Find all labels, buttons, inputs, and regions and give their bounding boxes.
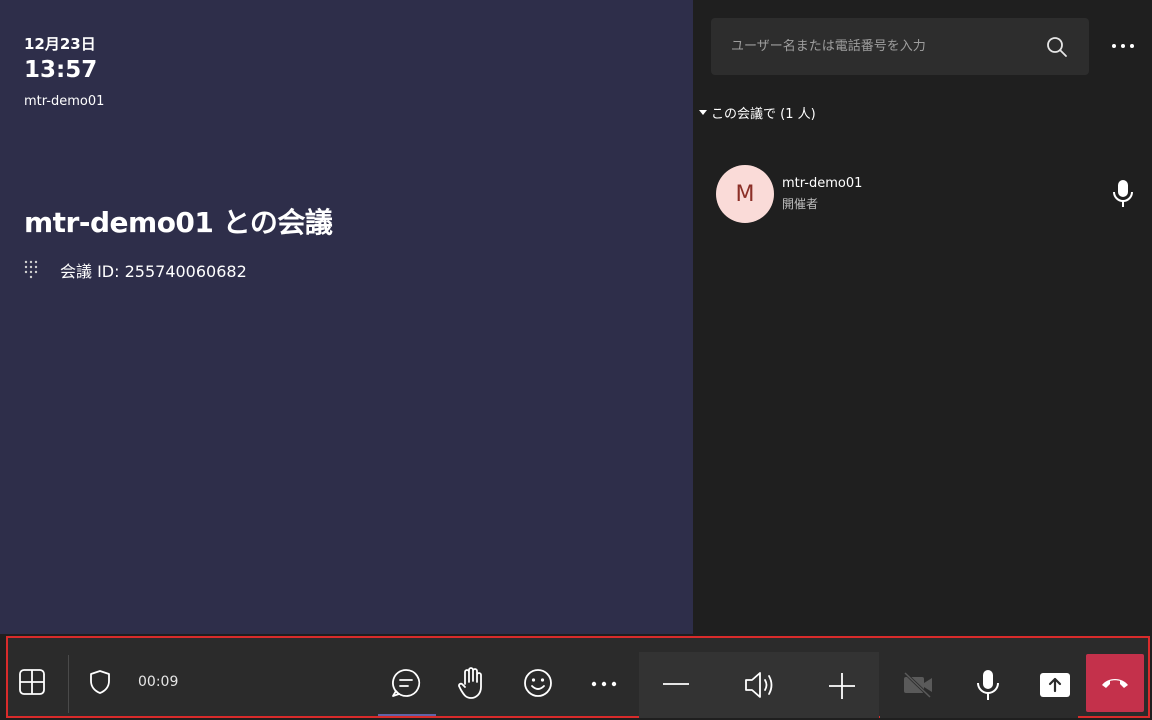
participants-panel: この会議で (1 人) M mtr-demo01 開催者	[693, 0, 1152, 634]
raise-hand-icon[interactable]	[454, 665, 490, 701]
hang-up-button[interactable]	[1086, 654, 1144, 712]
chat-icon[interactable]	[388, 665, 424, 701]
av-controls	[880, 652, 1078, 718]
toolbar-divider	[68, 655, 69, 713]
room-name: mtr-demo01	[24, 94, 105, 109]
microphone-icon	[1110, 179, 1136, 209]
meeting-id: 会議 ID: 255740060682	[60, 262, 247, 281]
section-header-label: この会議で (1 人)	[711, 107, 816, 122]
camera-off-icon[interactable]	[900, 669, 936, 701]
hang-up-icon	[1100, 676, 1130, 690]
shield-icon[interactable]	[86, 666, 114, 698]
participant-name: mtr-demo01	[782, 176, 863, 191]
search-input[interactable]	[731, 39, 1045, 54]
volume-down-icon[interactable]	[659, 669, 693, 699]
meeting-id-row: 会議 ID: 255740060682	[24, 258, 247, 282]
date: 12月23日	[24, 35, 96, 53]
meeting-title: mtr-demo01 との会議	[24, 206, 333, 239]
participant-role: 開催者	[782, 197, 819, 211]
reaction-icon[interactable]	[520, 665, 556, 701]
more-icon[interactable]	[586, 674, 622, 694]
search-icon[interactable]	[1045, 35, 1069, 59]
volume-up-icon[interactable]	[825, 669, 859, 703]
volume-controls	[639, 652, 879, 718]
dialpad-icon	[24, 260, 38, 280]
avatar: M	[716, 165, 774, 223]
clock-time: 13:57	[24, 57, 98, 83]
layout-icon[interactable]	[14, 664, 50, 700]
call-timer: 00:09	[138, 674, 179, 690]
participants-section-header[interactable]: この会議で (1 人)	[699, 103, 816, 122]
meeting-stage: 12月23日 13:57 mtr-demo01 mtr-demo01 との会議 …	[0, 0, 693, 634]
more-icon[interactable]	[1110, 36, 1136, 56]
meeting-toolbar: 00:09	[6, 636, 1150, 718]
speaker-icon[interactable]	[740, 668, 780, 702]
caret-down-icon	[699, 110, 707, 115]
share-icon[interactable]	[1038, 670, 1072, 700]
microphone-icon[interactable]	[971, 666, 1005, 704]
chat-active-indicator	[378, 714, 436, 716]
participant-item[interactable]: M mtr-demo01 開催者	[716, 163, 1136, 225]
search-box[interactable]	[711, 18, 1089, 75]
